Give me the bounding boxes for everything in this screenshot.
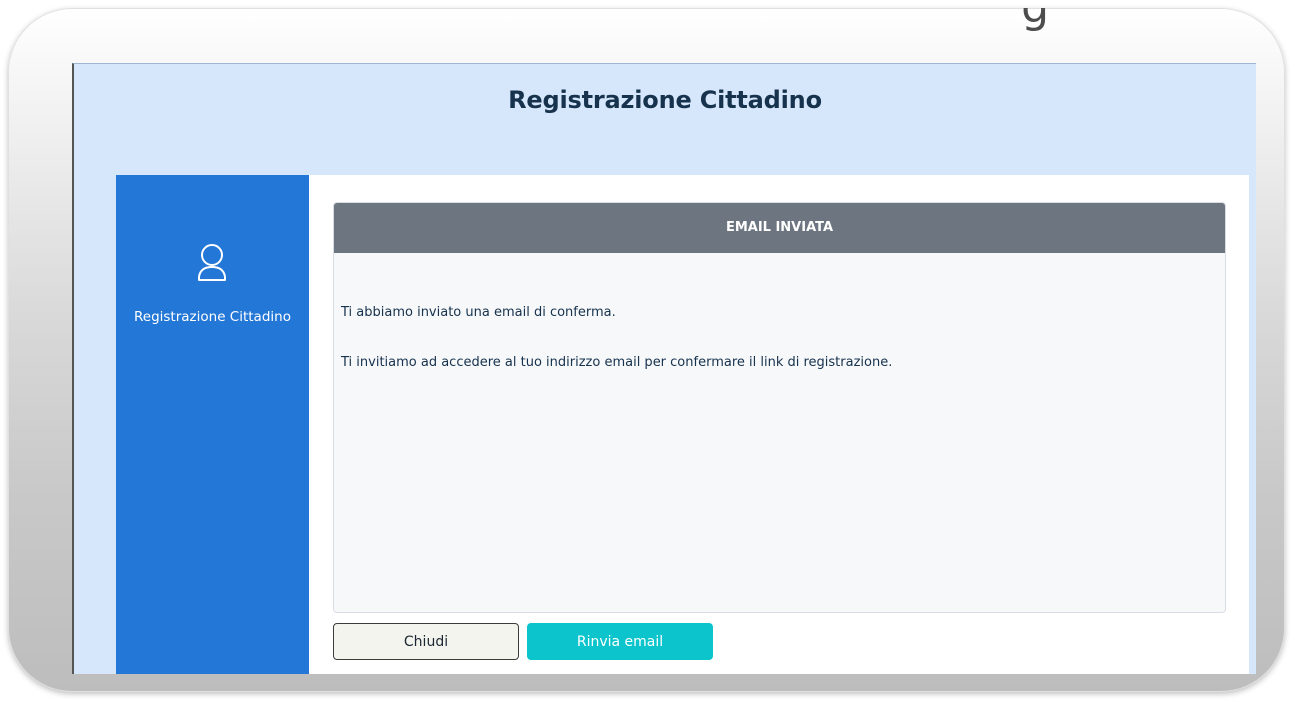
cropped-glyph: g xyxy=(1021,8,1049,30)
screenshot-stage: g Registrazione Cittadino Registrazione … xyxy=(0,0,1291,702)
confirmation-message: Ti abbiamo inviato una email di conferma… xyxy=(341,305,616,320)
email-sent-card: EMAIL INVIATA Ti abbiamo inviato una ema… xyxy=(333,202,1226,613)
card-header: EMAIL INVIATA xyxy=(334,203,1225,253)
instruction-message: Ti invitiamo ad accedere al tuo indirizz… xyxy=(341,355,893,370)
user-icon xyxy=(198,244,226,281)
sidebar-item-label: Registrazione Cittadino xyxy=(134,309,291,325)
device-frame: g Registrazione Cittadino Registrazione … xyxy=(8,8,1285,692)
registration-window: Registrazione Cittadino Registrazione Ci… xyxy=(72,63,1256,674)
right-edge xyxy=(1249,175,1256,674)
main-panel: EMAIL INVIATA Ti abbiamo inviato una ema… xyxy=(309,175,1249,674)
page-title: Registrazione Cittadino xyxy=(508,86,822,114)
sidebar: Registrazione Cittadino xyxy=(116,175,309,674)
resend-email-button[interactable]: Rinvia email xyxy=(527,623,713,660)
close-button[interactable]: Chiudi xyxy=(333,623,519,660)
